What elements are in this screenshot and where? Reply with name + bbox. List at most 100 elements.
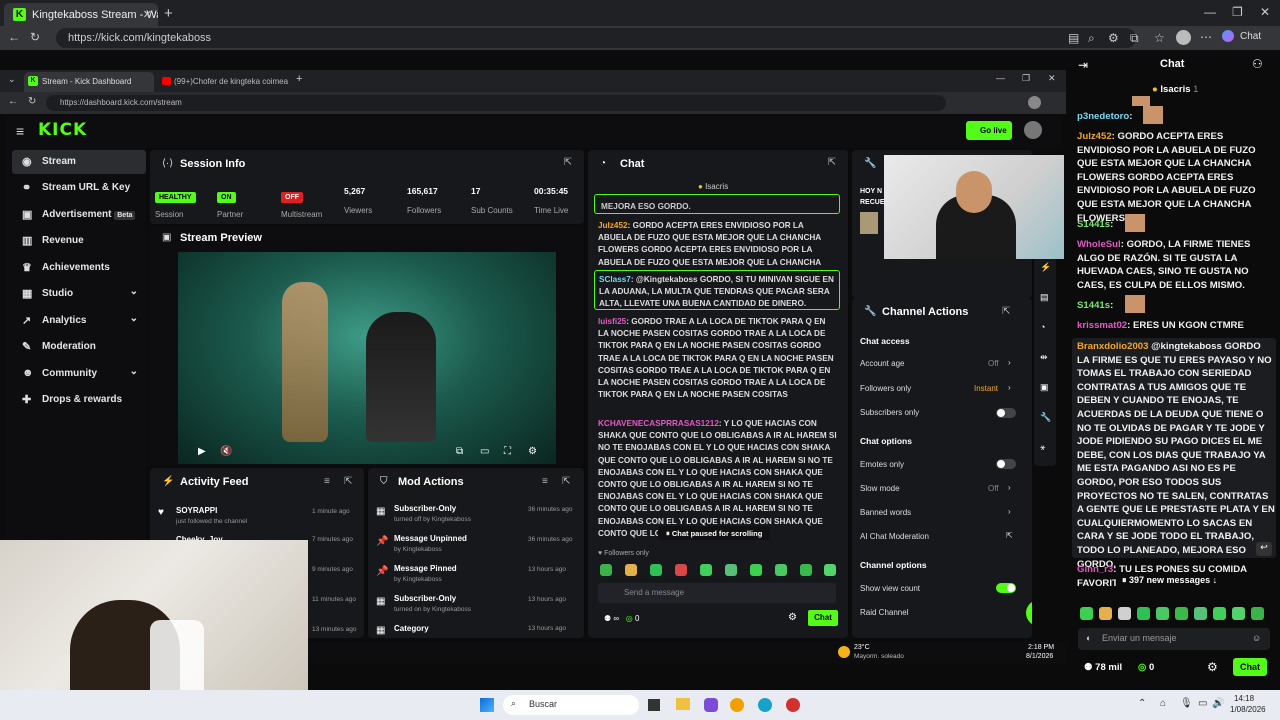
minimize-icon[interactable]: —: [996, 73, 1005, 83]
emote-icon[interactable]: [725, 564, 737, 576]
back-icon[interactable]: ←: [8, 30, 20, 44]
sidebar-item-moderation[interactable]: ✎ Moderation: [12, 335, 146, 359]
more-icon[interactable]: ⋯: [1200, 30, 1212, 44]
wrench-icon[interactable]: 🔧: [1040, 412, 1051, 423]
sidebar-item-studio[interactable]: ▦ Studio ⌄: [12, 282, 146, 306]
chat-paused-indicator[interactable]: ⏸ Chat paused for scrolling: [658, 526, 771, 540]
right-chat-input[interactable]: ◐ Enviar un mensaje ☺: [1078, 628, 1270, 650]
reload-icon[interactable]: ↻: [30, 30, 40, 44]
inner-chat-input[interactable]: Send a message: [598, 583, 836, 603]
stream-video[interactable]: ▶ 🔇 ⧉ ▭ ⛶ ⚙: [178, 252, 556, 464]
browser-tab[interactable]: K Kingtekaboss Stream - Watch ✕: [4, 3, 158, 26]
reload-icon[interactable]: ↻: [28, 96, 36, 107]
sidebar-item-stream[interactable]: ◉ Stream: [12, 150, 146, 174]
subscribers-only-toggle[interactable]: [996, 408, 1016, 418]
reply-icon[interactable]: ↩: [1256, 542, 1272, 556]
chevron-right-icon[interactable]: ›: [1008, 507, 1011, 516]
emote-icon[interactable]: [1194, 607, 1207, 620]
raid-icon[interactable]: ⇹: [1040, 352, 1048, 363]
zoom-icon[interactable]: ⌕: [1088, 31, 1095, 46]
emote-icon[interactable]: [1099, 607, 1112, 620]
show-view-count-toggle[interactable]: [996, 583, 1016, 593]
filter-icon[interactable]: ≡: [324, 476, 330, 487]
reader-icon[interactable]: ▤: [1068, 31, 1079, 45]
clock-date[interactable]: 1/08/2026: [1230, 705, 1266, 714]
close-window-icon[interactable]: ✕: [1260, 5, 1270, 19]
inner-chat-send-button[interactable]: Chat: [808, 610, 838, 626]
maximize-icon[interactable]: ❐: [1232, 5, 1243, 19]
emote-icon[interactable]: [1080, 607, 1093, 620]
network-icon[interactable]: ⌂: [1160, 698, 1166, 709]
edge-icon[interactable]: [758, 698, 772, 712]
profile-avatar[interactable]: [1176, 30, 1191, 45]
help-chat-bubble[interactable]: [1026, 600, 1032, 626]
chat-icon[interactable]: ◔: [1040, 322, 1045, 332]
emote-icon[interactable]: [625, 564, 637, 576]
sidebar-item-advertisement[interactable]: ▣ Advertisement Beta: [12, 203, 146, 227]
menu-icon[interactable]: ≡: [16, 123, 24, 139]
clock-time[interactable]: 14:18: [1234, 694, 1254, 703]
maximize-icon[interactable]: ❐: [1022, 73, 1030, 84]
discord-icon[interactable]: [704, 698, 718, 712]
emote-icon[interactable]: [1137, 607, 1150, 620]
go-live-button[interactable]: Go live: [966, 121, 1012, 140]
emote-icon[interactable]: [800, 564, 812, 576]
play-icon[interactable]: ▶: [198, 446, 206, 457]
task-view-icon[interactable]: [648, 699, 660, 711]
chat-toolbar-button[interactable]: Chat: [1240, 31, 1261, 42]
emote-icon[interactable]: [750, 564, 762, 576]
emote-icon[interactable]: [1213, 607, 1226, 620]
minimize-icon[interactable]: —: [1204, 5, 1216, 19]
obs-icon[interactable]: [786, 698, 800, 712]
file-explorer-icon[interactable]: [676, 698, 690, 710]
account-age-value[interactable]: Off: [988, 359, 999, 368]
fullscreen-icon[interactable]: ⛶: [504, 446, 511, 457]
settings-icon[interactable]: ⚙: [788, 612, 797, 623]
extensions-icon[interactable]: ⚙: [1108, 31, 1119, 45]
chrome-icon[interactable]: [730, 698, 744, 712]
emote-icon[interactable]: [1251, 607, 1264, 620]
inner-tab-youtube[interactable]: (99+)Chofer de kingteka coimea c: [160, 72, 290, 92]
emote-icon[interactable]: [824, 564, 836, 576]
back-icon[interactable]: ←: [8, 96, 18, 107]
theater-icon[interactable]: ▭: [480, 446, 489, 457]
chevron-up-icon[interactable]: ⌃: [1138, 698, 1146, 709]
taskbar-search[interactable]: ⌕ Buscar: [503, 695, 639, 715]
mic-icon[interactable]: 🎙: [1180, 698, 1193, 709]
collapse-chat-icon[interactable]: ⇥: [1078, 58, 1088, 72]
mute-icon[interactable]: 🔇: [220, 446, 232, 457]
chevron-right-icon[interactable]: ›: [1008, 358, 1011, 367]
windows-start-icon[interactable]: [480, 698, 494, 712]
share-icon[interactable]: ⚹: [1040, 442, 1045, 453]
tab-list-icon[interactable]: ⌄: [8, 74, 16, 85]
sidebar-item-achievements[interactable]: ♛ Achievements: [12, 256, 146, 280]
lightning-icon[interactable]: ⚡: [1040, 262, 1051, 273]
new-messages-banner[interactable]: ⏸ 397 new messages ↓: [1116, 573, 1236, 589]
profile-avatar[interactable]: [1028, 96, 1041, 109]
chevron-right-icon[interactable]: ›: [1008, 383, 1011, 392]
close-window-icon[interactable]: ✕: [1048, 73, 1056, 84]
doc-icon[interactable]: ▤: [1040, 292, 1049, 303]
popout-icon[interactable]: ⇱: [1002, 306, 1010, 317]
emote-icon[interactable]: [700, 564, 712, 576]
sidebar-item-drops[interactable]: ✚ Drops & rewards: [12, 388, 146, 412]
sidebar-item-stream-url[interactable]: ⚭ Stream URL & Key: [12, 176, 146, 200]
pip-icon[interactable]: ⧉: [456, 446, 463, 457]
monitor-icon[interactable]: ▭: [1198, 698, 1207, 709]
emote-icon[interactable]: [1118, 607, 1131, 620]
right-chat-send-button[interactable]: Chat: [1233, 658, 1267, 676]
clip-icon[interactable]: ▣: [1040, 382, 1049, 393]
emote-icon[interactable]: [775, 564, 787, 576]
inner-url-field[interactable]: https://dashboard.kick.com/stream: [46, 95, 946, 111]
slow-mode-value[interactable]: Off: [988, 484, 999, 493]
settings-icon[interactable]: ⚙: [528, 446, 537, 457]
sidebar-item-analytics[interactable]: ↗ Analytics ⌄: [12, 309, 146, 333]
sidebar-item-community[interactable]: ☻ Community ⌄: [12, 362, 146, 386]
emotes-only-toggle[interactable]: [996, 459, 1016, 469]
popout-icon[interactable]: ⇱: [828, 157, 836, 168]
emote-icon[interactable]: [650, 564, 662, 576]
settings-icon[interactable]: ⚙: [1207, 660, 1218, 674]
popout-icon[interactable]: ⇱: [344, 476, 352, 487]
sidebar-item-revenue[interactable]: ▥ Revenue: [12, 229, 146, 253]
popout-icon[interactable]: ⇱: [562, 476, 570, 487]
